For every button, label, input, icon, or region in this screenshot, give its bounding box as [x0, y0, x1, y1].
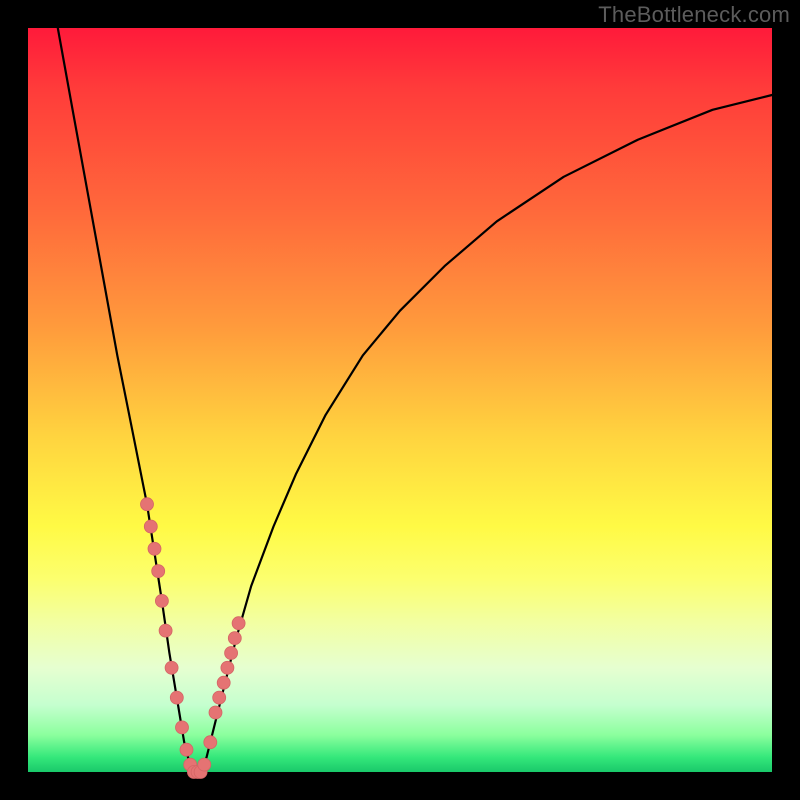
highlighted-point	[170, 691, 183, 704]
highlighted-point	[213, 691, 226, 704]
highlighted-point	[198, 758, 211, 771]
chart-frame: TheBottleneck.com	[0, 0, 800, 800]
highlighted-point	[155, 594, 168, 607]
chart-svg	[28, 28, 772, 772]
highlighted-point	[225, 647, 238, 660]
highlighted-points-group	[141, 498, 246, 779]
highlighted-point	[209, 706, 222, 719]
highlighted-point	[221, 661, 234, 674]
highlighted-point	[165, 661, 178, 674]
highlighted-point	[180, 743, 193, 756]
highlighted-point	[217, 676, 230, 689]
bottleneck-curve	[58, 28, 772, 772]
highlighted-point	[176, 721, 189, 734]
plot-area	[28, 28, 772, 772]
watermark-text: TheBottleneck.com	[598, 2, 790, 28]
highlighted-point	[144, 520, 157, 533]
highlighted-point	[148, 542, 161, 555]
highlighted-point	[159, 624, 172, 637]
highlighted-point	[204, 736, 217, 749]
highlighted-point	[232, 617, 245, 630]
highlighted-point	[228, 632, 241, 645]
highlighted-point	[152, 565, 165, 578]
highlighted-point	[141, 498, 154, 511]
